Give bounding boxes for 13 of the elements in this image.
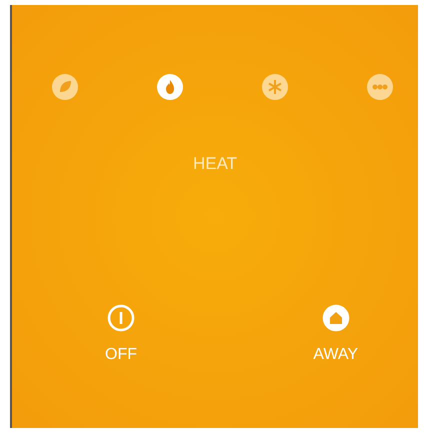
house-icon (322, 304, 350, 332)
away-button[interactable]: AWAY (313, 304, 358, 364)
leaf-icon (51, 73, 79, 101)
mode-button[interactable] (51, 73, 79, 101)
mode-button[interactable] (366, 73, 394, 101)
mode-button[interactable] (156, 73, 184, 101)
power-icon (107, 304, 135, 332)
dots-icon (366, 73, 394, 101)
flame-icon (156, 73, 184, 101)
snowflake-icon (261, 73, 289, 101)
mode-button[interactable] (261, 73, 289, 101)
off-button[interactable]: OFF (105, 304, 137, 364)
mode-label: HEAT (192, 154, 238, 174)
